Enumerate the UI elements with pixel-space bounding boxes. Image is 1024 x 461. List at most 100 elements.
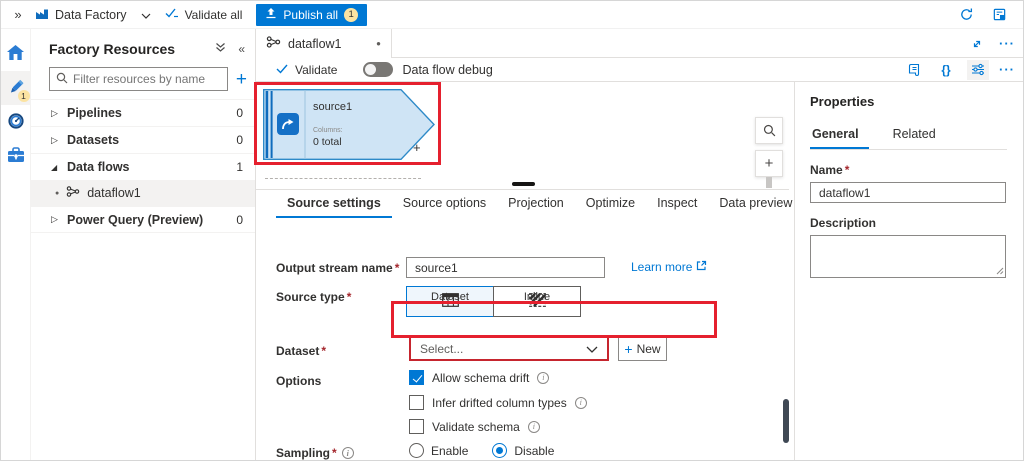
validate-all-button[interactable]: Validate all xyxy=(165,7,243,22)
info-icon[interactable]: i xyxy=(528,421,540,433)
resources-filter-row: + xyxy=(31,65,255,99)
tab-projection[interactable]: Projection xyxy=(497,190,575,218)
tree-label: Power Query (Preview) xyxy=(67,213,236,227)
tree-count: 0 xyxy=(236,133,243,147)
name-input[interactable] xyxy=(810,182,1006,203)
new-dataset-button[interactable]: + New xyxy=(618,336,667,361)
source-type-label: Source type* xyxy=(276,290,351,304)
source-settings-panel: Source settings Source options Projectio… xyxy=(256,189,789,461)
tab-optimize[interactable]: Optimize xyxy=(575,190,646,218)
data-factory-logo-icon xyxy=(35,6,49,23)
properties-panel: Properties General Related Name* Descrip… xyxy=(794,82,1024,461)
add-transform-icon[interactable]: + xyxy=(413,140,421,155)
double-chevron-down-icon[interactable] xyxy=(215,42,226,56)
publish-all-button[interactable]: Publish all 1 xyxy=(256,4,367,26)
radio-selected-icon[interactable] xyxy=(492,443,507,458)
checkbox-checked-icon[interactable] xyxy=(409,370,424,385)
filter-resources-input[interactable] xyxy=(73,72,221,86)
info-icon[interactable]: i xyxy=(342,447,354,459)
external-link-icon xyxy=(696,260,707,274)
publish-upload-icon xyxy=(265,7,277,22)
canvas-zoom-track xyxy=(766,177,772,188)
settings-sliders-icon[interactable] xyxy=(967,60,989,80)
nav-monitor[interactable] xyxy=(1,105,31,139)
tab-more-icon[interactable]: ··· xyxy=(999,36,1015,51)
tree-item-pipelines[interactable]: ▷ Pipelines 0 xyxy=(31,99,255,126)
canvas-search-button[interactable] xyxy=(755,117,783,144)
infer-drifted-column-types-checkbox[interactable]: Infer drifted column types i xyxy=(409,395,587,410)
add-resource-button[interactable]: + xyxy=(236,70,247,89)
home-icon xyxy=(6,44,25,64)
filter-input-box[interactable] xyxy=(49,67,228,91)
tree-item-datasets[interactable]: ▷ Datasets 0 xyxy=(31,126,255,153)
factory-resources-panel: Factory Resources « + ▷ Pipelines 0 xyxy=(31,29,256,461)
expand-rail-icon[interactable]: » xyxy=(1,7,35,22)
refresh-icon[interactable] xyxy=(959,7,974,22)
tab-source-options[interactable]: Source options xyxy=(392,190,497,218)
discard-all-icon[interactable] xyxy=(992,7,1007,22)
nav-author[interactable]: 1 xyxy=(1,71,31,105)
script-icon[interactable] xyxy=(903,60,925,80)
checkbox-unchecked-icon[interactable] xyxy=(409,419,424,434)
info-icon[interactable]: i xyxy=(537,372,549,384)
app-name: Data Factory xyxy=(55,8,127,22)
allow-schema-drift-checkbox[interactable]: Allow schema drift i xyxy=(409,370,549,385)
chevron-down-icon xyxy=(141,8,151,22)
unsaved-dot-icon: ● xyxy=(376,39,381,48)
chevron-collapsed-icon: ▷ xyxy=(51,108,67,119)
validate-button[interactable]: Validate xyxy=(276,63,337,77)
validate-all-label: Validate all xyxy=(185,8,243,22)
dataset-select-dropdown[interactable]: Select... xyxy=(409,336,609,361)
app-window: » Data Factory Validate all Publish all … xyxy=(0,0,1024,461)
source1-node[interactable]: source1 Columns: 0 total + xyxy=(263,89,435,160)
checkbox-unchecked-icon[interactable] xyxy=(409,395,424,410)
canvas-zoom-in-button[interactable]: + xyxy=(755,150,783,177)
toolbar-more-icon[interactable]: ··· xyxy=(999,62,1015,77)
tab-source-settings[interactable]: Source settings xyxy=(276,190,392,218)
collapse-panel-icon[interactable]: « xyxy=(238,42,245,56)
chevron-collapsed-icon: ▷ xyxy=(51,214,67,225)
properties-tabs: General Related xyxy=(810,123,1007,150)
sampling-label: Sampling* i xyxy=(276,446,354,460)
tree-item-dataflow1[interactable]: ● dataflow1 xyxy=(31,180,255,206)
node-columns-label: Columns: xyxy=(313,127,343,134)
sampling-disable-radio[interactable]: Disable xyxy=(492,443,554,458)
dataflow-canvas[interactable]: source1 Columns: 0 total + + xyxy=(256,82,789,189)
tree-item-data-flows[interactable]: ◢ Data flows 1 xyxy=(31,153,255,180)
tab-label: dataflow1 xyxy=(288,37,369,51)
factory-switcher[interactable]: Data Factory xyxy=(35,6,151,23)
tree-item-power-query[interactable]: ▷ Power Query (Preview) 0 xyxy=(31,206,255,233)
code-braces-icon[interactable]: {} xyxy=(935,60,957,80)
tree-count: 0 xyxy=(236,213,243,227)
selected-bullet-icon: ● xyxy=(55,190,59,197)
tab-inspect[interactable]: Inspect xyxy=(646,190,708,218)
dataflow-icon xyxy=(266,35,281,52)
debug-toggle-label: Data flow debug xyxy=(402,63,492,77)
author-changes-badge: 1 xyxy=(18,90,30,102)
node-columns-value: 0 total xyxy=(313,136,342,148)
nav-manage[interactable] xyxy=(1,139,31,173)
sampling-enable-radio[interactable]: Enable xyxy=(409,443,468,458)
expand-diagonal-icon[interactable] xyxy=(971,38,983,50)
learn-more-link[interactable]: Learn more xyxy=(631,260,707,274)
output-stream-label: Output stream name* xyxy=(276,261,399,275)
tab-dataflow1[interactable]: dataflow1 ● xyxy=(256,29,392,58)
form-scrollbar-thumb[interactable] xyxy=(783,399,789,443)
description-textarea[interactable] xyxy=(810,235,1006,278)
tree-label: Data flows xyxy=(67,160,236,174)
tab-general[interactable]: General xyxy=(810,123,869,149)
chevron-down-icon xyxy=(586,342,598,356)
validate-schema-checkbox[interactable]: Validate schema i xyxy=(409,419,540,434)
data-flow-debug-toggle[interactable] xyxy=(363,62,393,77)
search-icon xyxy=(56,72,68,87)
options-label: Options xyxy=(276,374,321,388)
top-command-bar: » Data Factory Validate all Publish all … xyxy=(1,1,1023,29)
info-icon[interactable]: i xyxy=(575,397,587,409)
tab-related[interactable]: Related xyxy=(891,123,946,149)
radio-unselected-icon[interactable] xyxy=(409,443,424,458)
output-stream-input[interactable] xyxy=(406,257,605,278)
name-label: Name* xyxy=(810,163,1007,177)
nav-home[interactable] xyxy=(1,37,31,71)
tree-label: Pipelines xyxy=(67,106,236,120)
toolbox-icon xyxy=(7,147,25,166)
